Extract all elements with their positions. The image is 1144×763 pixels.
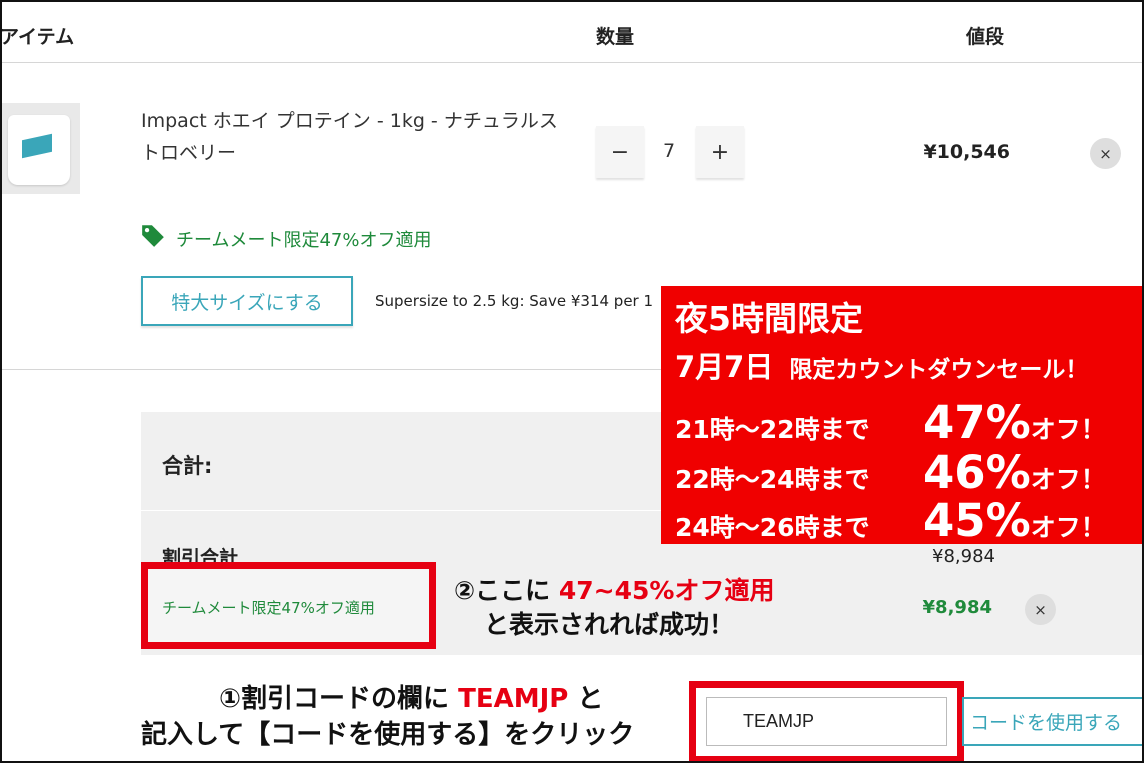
banner-sale-name: 限定カウントダウンセール！ <box>789 357 1089 383</box>
coupon-code-input[interactable] <box>706 697 947 746</box>
column-header-item: アイテム <box>0 26 75 48</box>
banner-row-time: 21時～22時まで <box>675 415 870 444</box>
banner-row-percent: 45% <box>923 494 1031 547</box>
banner-row: 21時～22時まで 47%オフ！ <box>675 396 1106 449</box>
banner-date-line: 7月7日 限定カウントダウンセール！ <box>675 344 1088 386</box>
header-divider <box>0 62 1144 63</box>
annotation-step1-code: TEAMJP <box>458 684 569 714</box>
quantity-increase-button[interactable]: + <box>696 126 744 178</box>
annotation-step2-highlight: 47~45%オフ適用 <box>558 576 775 605</box>
total-label: 合計: <box>162 454 213 478</box>
close-icon: × <box>1099 144 1112 163</box>
column-header-quantity: 数量 <box>596 26 635 48</box>
remove-discount-button[interactable]: × <box>1025 594 1056 625</box>
banner-row: 22時～24時まで 46%オフ！ <box>675 446 1106 499</box>
quantity-value[interactable]: 7 <box>655 140 683 162</box>
discount-item-label: チームメート限定47%オフ適用 <box>162 599 375 617</box>
banner-row-percent: 46% <box>923 446 1031 499</box>
banner-row-time: 24時～26時まで <box>675 513 870 542</box>
banner-row-off: オフ！ <box>1030 465 1106 494</box>
banner-row-percent: 47% <box>923 396 1031 449</box>
close-icon: × <box>1034 600 1047 619</box>
banner-row-off: オフ！ <box>1030 415 1106 444</box>
discount-item-value: ¥8,984 <box>922 597 992 618</box>
product-name[interactable]: Impact ホエイ プロテイン - 1kg - ナチュラルストロベリー <box>141 105 561 169</box>
sale-banner: 夜5時間限定 7月7日 限定カウントダウンセール！ 21時～22時まで 47%オフ！… <box>661 286 1144 547</box>
supersize-offer-text: Supersize to 2.5 kg: Save ¥314 per 1 <box>375 292 654 310</box>
banner-row-off: オフ！ <box>1030 513 1106 542</box>
column-header-price: 値段 <box>966 26 1005 48</box>
banner-date: 7月7日 <box>675 350 774 384</box>
supersize-button[interactable]: 特大サイズにする <box>141 276 353 326</box>
annotation-step2: ②ここに 47~45%オフ適用 と表示されれば成功！ <box>454 574 774 642</box>
annotation-step1-prefix: ①割引コードの欄に <box>219 684 450 714</box>
discount-total-value: ¥8,984 <box>932 546 995 567</box>
banner-row: 24時～26時まで 45%オフ！ <box>675 494 1106 547</box>
banner-title: 夜5時間限定 <box>675 299 863 338</box>
annotation-step2-line2: と表示されれば成功！ <box>484 610 735 639</box>
product-thumbnail[interactable] <box>0 103 80 194</box>
annotation-step1-suffix: と <box>577 684 604 714</box>
annotation-step1-line2: 記入して【コードを使用する】をクリック <box>141 720 635 750</box>
product-price: ¥10,546 <box>923 141 1010 163</box>
promo-applied-text: チームメート限定47%オフ適用 <box>176 230 432 251</box>
annotation-step1: ①割引コードの欄に TEAMJP と 記入して【コードを使用する】をクリック <box>141 681 641 753</box>
annotation-step2-prefix: ②ここに <box>454 576 551 605</box>
quantity-decrease-button[interactable]: − <box>596 126 644 178</box>
banner-row-time: 22時～24時まで <box>675 465 870 494</box>
apply-coupon-button[interactable]: コードを使用する <box>962 697 1144 746</box>
remove-item-button[interactable]: × <box>1090 138 1121 169</box>
tag-icon <box>142 225 164 247</box>
